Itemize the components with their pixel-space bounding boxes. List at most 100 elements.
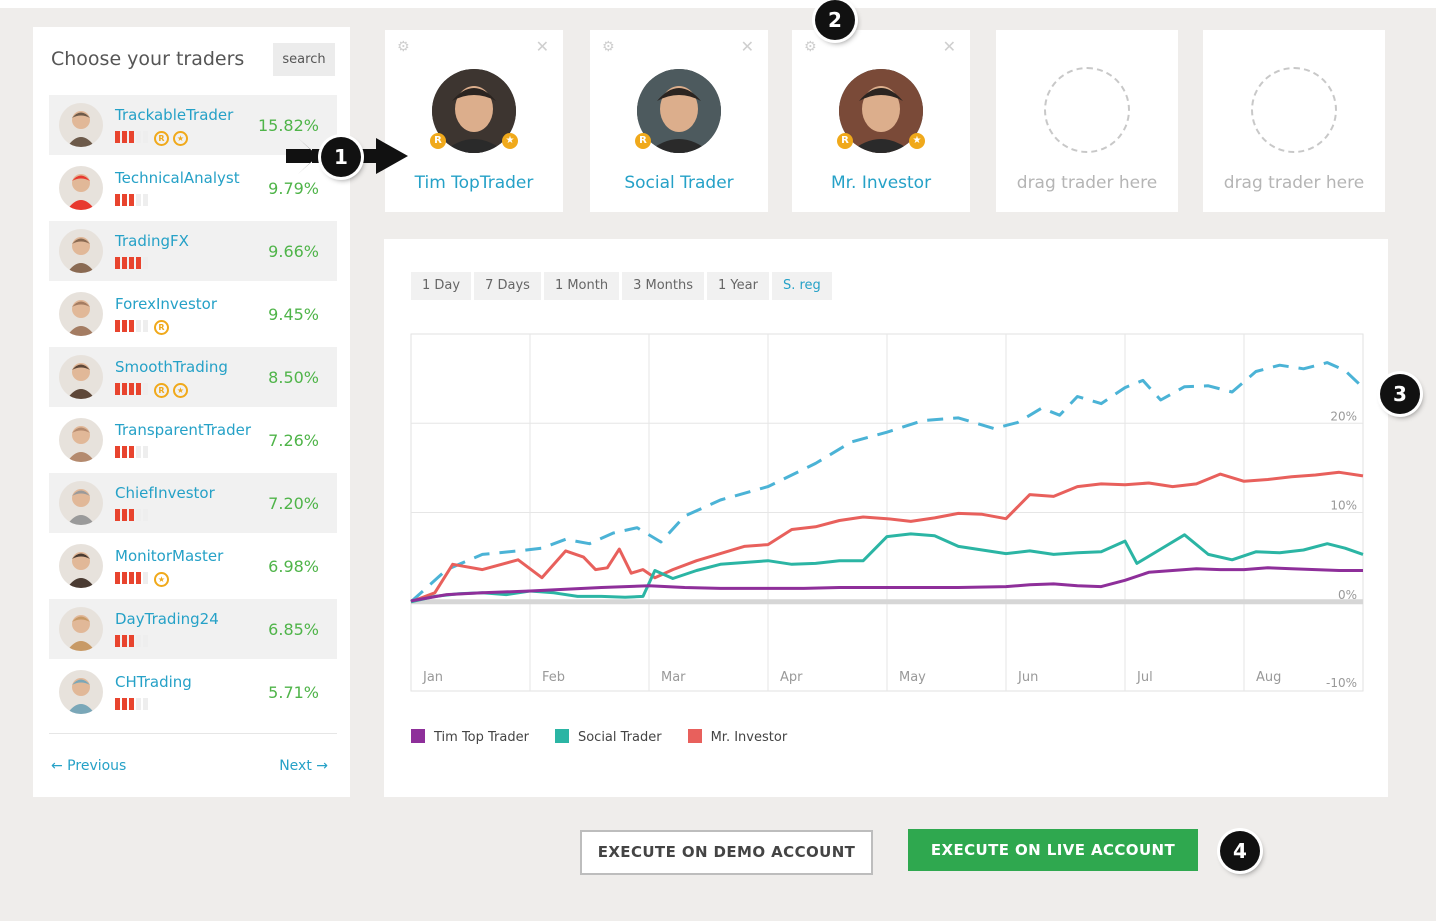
avatar — [59, 103, 103, 147]
x-tick-label: Apr — [780, 670, 803, 685]
previous-page-link[interactable]: ← Previous — [51, 758, 126, 774]
regulated-badge-icon: R — [154, 131, 169, 146]
close-icon[interactable]: ✕ — [536, 37, 549, 56]
trader-slot[interactable]: ⚙ ✕ R ★ Tim TopTrader — [385, 30, 563, 212]
trader-name-link[interactable]: ChiefInvestor — [115, 484, 215, 502]
risk-bar — [136, 698, 141, 710]
risk-bar — [115, 257, 120, 269]
avatar — [59, 670, 103, 714]
risk-level-indicator — [115, 194, 150, 206]
trader-name-link[interactable]: TechnicalAnalyst — [115, 169, 240, 187]
trader-gain: 15.82% — [257, 116, 319, 135]
drop-zone-label: drag trader here — [1016, 173, 1158, 193]
trader-name-link[interactable]: MonitorMaster — [115, 547, 223, 565]
star-badge-icon: ★ — [502, 133, 518, 149]
slot-trader-name[interactable]: Social Trader — [590, 173, 768, 193]
execute-live-button[interactable]: EXECUTE ON LIVE ACCOUNT — [908, 829, 1198, 871]
risk-bar — [143, 383, 148, 395]
risk-level-indicator: R — [115, 320, 169, 335]
trader-name-link[interactable]: TrackableTrader — [115, 106, 233, 124]
trader-row[interactable]: ChiefInvestor 7.20% — [49, 473, 337, 533]
trader-row[interactable]: TransparentTrader 7.26% — [49, 410, 337, 470]
trader-gain: 9.66% — [268, 242, 319, 261]
star-badge-icon: ★ — [909, 133, 925, 149]
drop-zone-icon — [1044, 67, 1130, 153]
slot-trader-name[interactable]: Mr. Investor — [792, 173, 970, 193]
risk-level-indicator — [115, 257, 150, 269]
risk-bar — [143, 446, 148, 458]
trader-name-link[interactable]: CHTrading — [115, 673, 192, 691]
trader-name-link[interactable]: TransparentTrader — [115, 421, 251, 439]
legend-swatch — [554, 729, 569, 743]
regulated-badge-icon: R — [837, 133, 853, 149]
trader-row[interactable]: MonitorMaster ★ 6.98% — [49, 536, 337, 596]
risk-bar — [122, 698, 127, 710]
risk-bar — [115, 131, 120, 143]
marker-3: 3 — [1380, 374, 1420, 414]
risk-bar — [129, 257, 134, 269]
trader-row[interactable]: CHTrading 5.71% — [49, 662, 337, 722]
gear-icon[interactable]: ⚙ — [804, 39, 817, 55]
trader-row[interactable]: SmoothTrading R ★ 8.50% — [49, 347, 337, 407]
gear-icon[interactable]: ⚙ — [397, 39, 410, 55]
risk-bar — [136, 635, 141, 647]
trader-row[interactable]: ForexInvestor R 9.45% — [49, 284, 337, 344]
risk-bar — [136, 257, 141, 269]
trader-name-link[interactable]: ForexInvestor — [115, 295, 217, 313]
risk-bar — [136, 446, 141, 458]
trader-slot[interactable]: ⚙ ✕ R ★ Mr. Investor — [792, 30, 970, 212]
avatar — [59, 607, 103, 651]
legend-label: Social Trader — [577, 730, 662, 745]
risk-level-indicator: R ★ — [115, 131, 188, 146]
risk-bar — [129, 383, 134, 395]
next-page-link[interactable]: Next → — [279, 758, 328, 774]
trader-row[interactable]: TradingFX 9.66% — [49, 221, 337, 281]
regulated-badge-icon: R — [430, 133, 446, 149]
trader-gain: 6.85% — [268, 620, 319, 639]
risk-bar — [122, 635, 127, 647]
avatar — [59, 229, 103, 273]
legend-item: Mr. Investor — [687, 729, 787, 745]
regulated-badge-icon: R — [154, 383, 169, 398]
trader-name-link[interactable]: SmoothTrading — [115, 358, 228, 376]
star-badge-icon: ★ — [154, 572, 169, 587]
marker-2: 2 — [815, 0, 855, 40]
y-tick-label: 20% — [1330, 409, 1357, 423]
risk-bar — [143, 320, 148, 332]
risk-bar — [115, 635, 120, 647]
x-tick-label: May — [899, 670, 926, 685]
execute-demo-button[interactable]: EXECUTE ON DEMO ACCOUNT — [580, 830, 873, 875]
empty-trader-slot[interactable]: drag trader here — [1203, 30, 1385, 212]
risk-bar — [143, 572, 148, 584]
avatar — [59, 544, 103, 588]
close-icon[interactable]: ✕ — [943, 37, 956, 56]
risk-bar — [136, 572, 141, 584]
x-tick-label: Aug — [1256, 670, 1281, 685]
risk-bar — [136, 131, 141, 143]
risk-bar — [115, 320, 120, 332]
x-tick-label: Mar — [661, 670, 686, 685]
trader-slot[interactable]: ⚙ ✕ R Social Trader — [590, 30, 768, 212]
risk-bar — [129, 572, 134, 584]
avatar — [59, 166, 103, 210]
risk-bar — [129, 320, 134, 332]
risk-level-indicator: ★ — [115, 572, 169, 587]
gear-icon[interactable]: ⚙ — [602, 39, 615, 55]
risk-bar — [122, 383, 127, 395]
trader-gain: 9.45% — [268, 305, 319, 324]
close-icon[interactable]: ✕ — [741, 37, 754, 56]
trader-row[interactable]: DayTrading24 6.85% — [49, 599, 337, 659]
search-button[interactable]: search — [273, 43, 335, 76]
legend-swatch — [411, 729, 425, 743]
trader-gain: 9.79% — [268, 179, 319, 198]
x-tick-label: Jan — [422, 670, 443, 685]
empty-trader-slot[interactable]: drag trader here — [996, 30, 1178, 212]
risk-bar — [115, 446, 120, 458]
x-tick-label: Feb — [542, 670, 565, 685]
avatar: R ★ — [837, 69, 925, 153]
drop-zone-label: drag trader here — [1223, 173, 1365, 193]
trader-name-link[interactable]: DayTrading24 — [115, 610, 219, 628]
performance-chart: 20% 10% 0% -10% Jan Feb Mar Apr May Jun Jul Aug — [409, 333, 1365, 692]
sidebar-divider — [49, 733, 337, 734]
trader-name-link[interactable]: TradingFX — [115, 232, 189, 250]
